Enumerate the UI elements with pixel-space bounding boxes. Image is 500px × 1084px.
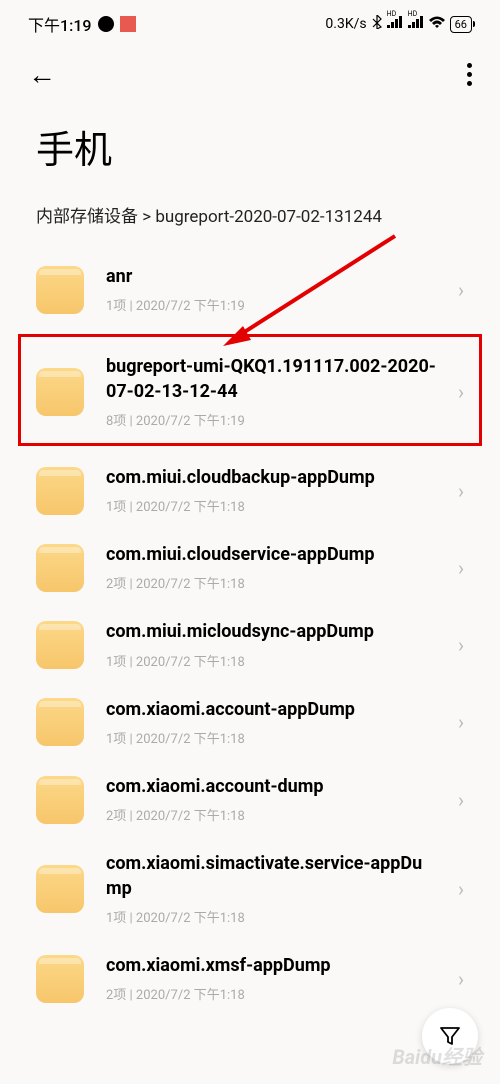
folder-icon bbox=[36, 368, 84, 416]
bluetooth-icon bbox=[372, 15, 382, 33]
file-info: com.miui.cloudservice-appDump 2项 | 2020/… bbox=[106, 543, 436, 592]
file-info: com.xiaomi.account-dump 2项 | 2020/7/2 下午… bbox=[106, 775, 436, 824]
network-speed: 0.3K/s bbox=[325, 16, 366, 32]
file-name: com.xiaomi.xmsf-appDump bbox=[106, 954, 436, 978]
list-item[interactable]: com.xiaomi.xmsf-appDump 2项 | 2020/7/2 下午… bbox=[18, 940, 482, 1017]
list-item[interactable]: com.miui.cloudservice-appDump 2项 | 2020/… bbox=[18, 529, 482, 606]
file-info: com.xiaomi.account-appDump 1项 | 2020/7/2… bbox=[106, 698, 436, 747]
list-item[interactable]: com.miui.micloudsync-appDump 1项 | 2020/7… bbox=[18, 606, 482, 683]
wifi-icon bbox=[429, 16, 445, 32]
status-time: 下午1:19 bbox=[28, 12, 92, 36]
more-options-button[interactable] bbox=[467, 63, 472, 86]
folder-icon bbox=[36, 865, 84, 913]
status-bar: 下午1:19 0.3K/s HD HD 66 bbox=[0, 0, 500, 42]
status-icon-circle bbox=[98, 16, 114, 32]
list-item-highlighted[interactable]: bugreport-umi-QKQ1.191117.002-2020-07-02… bbox=[18, 334, 482, 446]
file-meta: 1项 | 2020/7/2 下午1:18 bbox=[106, 907, 436, 926]
file-name: com.xiaomi.simactivate.service-appDump bbox=[106, 852, 436, 901]
chevron-right-icon: › bbox=[458, 380, 464, 404]
status-right: 0.3K/s HD HD 66 bbox=[325, 15, 472, 33]
signal-icon-2: HD bbox=[408, 16, 424, 32]
file-meta: 2项 | 2020/7/2 下午1:18 bbox=[106, 573, 436, 592]
list-item[interactable]: com.xiaomi.account-dump 2项 | 2020/7/2 下午… bbox=[18, 761, 482, 838]
chevron-right-icon: › bbox=[458, 788, 464, 812]
file-name: com.miui.cloudbackup-appDump bbox=[106, 466, 436, 490]
folder-icon bbox=[36, 467, 84, 515]
signal-icon-1: HD bbox=[387, 16, 403, 32]
folder-icon bbox=[36, 776, 84, 824]
chevron-right-icon: › bbox=[458, 278, 464, 302]
file-info: com.xiaomi.simactivate.service-appDump 1… bbox=[106, 852, 436, 926]
file-name: com.xiaomi.account-appDump bbox=[106, 698, 436, 722]
file-info: com.miui.micloudsync-appDump 1项 | 2020/7… bbox=[106, 620, 436, 669]
file-name: com.miui.micloudsync-appDump bbox=[106, 620, 436, 644]
file-info: anr 1项 | 2020/7/2 下午1:19 bbox=[106, 265, 436, 314]
chevron-right-icon: › bbox=[458, 479, 464, 503]
chevron-right-icon: › bbox=[458, 877, 464, 901]
list-item[interactable]: com.xiaomi.account-appDump 1项 | 2020/7/2… bbox=[18, 684, 482, 761]
folder-icon bbox=[36, 544, 84, 592]
file-list: anr 1项 | 2020/7/2 下午1:19 › bugreport-umi… bbox=[0, 251, 500, 1017]
folder-icon bbox=[36, 266, 84, 314]
chevron-right-icon: › bbox=[458, 556, 464, 580]
app-bar: ← bbox=[0, 42, 500, 103]
file-meta: 1项 | 2020/7/2 下午1:18 bbox=[106, 651, 436, 670]
filter-button[interactable] bbox=[422, 1008, 478, 1064]
folder-icon bbox=[36, 621, 84, 669]
status-left: 下午1:19 bbox=[28, 12, 136, 36]
file-name: bugreport-umi-QKQ1.191117.002-2020-07-02… bbox=[106, 355, 436, 404]
file-info: bugreport-umi-QKQ1.191117.002-2020-07-02… bbox=[106, 355, 436, 429]
file-meta: 8项 | 2020/7/2 下午1:19 bbox=[106, 410, 436, 429]
file-meta: 1项 | 2020/7/2 下午1:19 bbox=[106, 295, 436, 314]
chevron-right-icon: › bbox=[458, 633, 464, 657]
file-meta: 1项 | 2020/7/2 下午1:18 bbox=[106, 728, 436, 747]
file-name: anr bbox=[106, 265, 436, 289]
folder-icon bbox=[36, 698, 84, 746]
list-item[interactable]: com.miui.cloudbackup-appDump 1项 | 2020/7… bbox=[18, 452, 482, 529]
list-item[interactable]: com.xiaomi.simactivate.service-appDump 1… bbox=[18, 838, 482, 940]
file-name: com.miui.cloudservice-appDump bbox=[106, 543, 436, 567]
list-item[interactable]: anr 1项 | 2020/7/2 下午1:19 › bbox=[18, 251, 482, 328]
filter-icon bbox=[439, 1025, 461, 1047]
page-title: 手机 bbox=[0, 103, 500, 202]
chevron-right-icon: › bbox=[458, 967, 464, 991]
chevron-right-icon: › bbox=[458, 710, 464, 734]
status-icon-square bbox=[120, 16, 136, 32]
file-info: com.xiaomi.xmsf-appDump 2项 | 2020/7/2 下午… bbox=[106, 954, 436, 1003]
breadcrumb[interactable]: 内部存储设备 > bugreport-2020-07-02-131244 bbox=[0, 202, 500, 251]
file-info: com.miui.cloudbackup-appDump 1项 | 2020/7… bbox=[106, 466, 436, 515]
file-meta: 2项 | 2020/7/2 下午1:18 bbox=[106, 984, 436, 1003]
file-meta: 1项 | 2020/7/2 下午1:18 bbox=[106, 496, 436, 515]
folder-icon bbox=[36, 955, 84, 1003]
battery-indicator: 66 bbox=[450, 16, 472, 33]
file-name: com.xiaomi.account-dump bbox=[106, 775, 436, 799]
back-button[interactable]: ← bbox=[28, 58, 56, 91]
file-meta: 2项 | 2020/7/2 下午1:18 bbox=[106, 805, 436, 824]
